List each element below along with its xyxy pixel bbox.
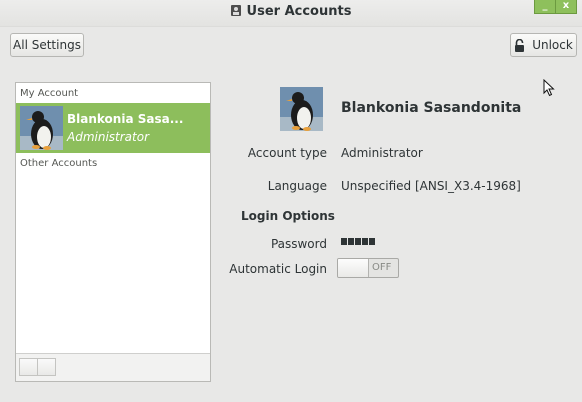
- remove-account-button[interactable]: [37, 358, 56, 376]
- language-label: Language: [267, 179, 327, 193]
- account-type-value[interactable]: Administrator: [341, 146, 423, 160]
- password-value[interactable]: [341, 238, 376, 245]
- window-controls: _ x: [534, 0, 577, 14]
- mouse-pointer-icon: [543, 79, 555, 97]
- avatar: [20, 106, 63, 150]
- window-titlebar: User Accounts _ x: [0, 0, 582, 27]
- unlock-label: Unlock: [532, 38, 573, 52]
- user-full-name[interactable]: Blankonia Sasandonita: [341, 100, 521, 116]
- unlock-button[interactable]: Unlock: [510, 33, 577, 57]
- account-type-label: Account type: [247, 146, 327, 160]
- toggle-knob: [338, 259, 369, 277]
- close-button[interactable]: x: [556, 0, 577, 14]
- window-title: User Accounts: [246, 4, 352, 19]
- language-value[interactable]: Unspecified [ANSI_X3.4-1968]: [341, 179, 521, 193]
- all-settings-label: All Settings: [13, 38, 81, 52]
- my-account-header: My Account: [20, 88, 79, 99]
- accounts-list-panel: My Account Blankonia Sasa... Administrat…: [15, 82, 211, 382]
- automatic-login-label: Automatic Login: [229, 262, 327, 276]
- login-options-header: Login Options: [241, 209, 335, 223]
- account-row-role: Administrator: [67, 130, 150, 144]
- window-title-group: User Accounts: [0, 4, 582, 19]
- user-accounts-app-icon: [230, 5, 241, 16]
- accounts-panel-toolbar: [16, 353, 210, 381]
- account-row-name: Blankonia Sasa...: [67, 112, 184, 126]
- lock-icon: [515, 38, 525, 52]
- add-account-button[interactable]: [19, 358, 38, 376]
- user-avatar-large[interactable]: [280, 87, 323, 131]
- minimize-button[interactable]: _: [534, 0, 556, 14]
- other-accounts-header: Other Accounts: [20, 158, 98, 169]
- all-settings-button[interactable]: All Settings: [10, 33, 84, 57]
- password-label: Password: [270, 237, 327, 251]
- toggle-state-label: OFF: [372, 262, 392, 273]
- automatic-login-toggle[interactable]: OFF: [337, 258, 399, 278]
